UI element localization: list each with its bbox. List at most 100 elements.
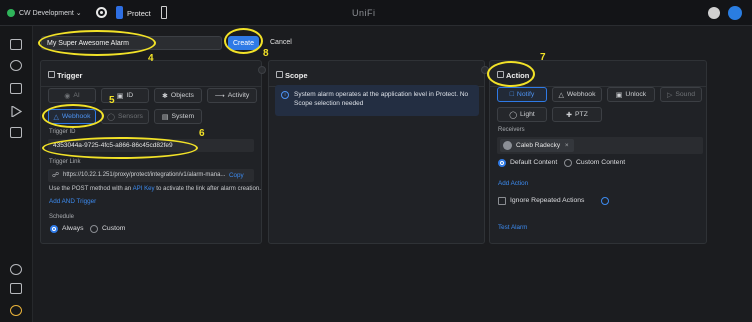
schedule-custom-radio[interactable] <box>90 225 98 233</box>
trigger-sensors-button[interactable]: ◯ Sensors <box>101 109 149 124</box>
annotation-ring-create <box>224 28 263 54</box>
protect-app-icon[interactable] <box>116 6 123 19</box>
console-status-icon <box>7 9 15 17</box>
schedule-custom-label: Custom <box>102 225 126 232</box>
action-light-label: Light <box>520 111 535 118</box>
custom-content-radio[interactable] <box>564 159 572 167</box>
action-sound-label: Sound <box>675 91 696 98</box>
schedule-label: Schedule <box>49 214 75 220</box>
trigger-title: Trigger <box>57 71 83 80</box>
play-icon[interactable] <box>10 104 23 119</box>
action-webhook-label: Webhook <box>566 91 596 98</box>
trigger-link-value: https://10.22.1.251/proxy/protect/integr… <box>63 172 226 178</box>
bug-icon[interactable] <box>10 305 22 316</box>
annotation-ring-name <box>38 30 156 56</box>
ai-icon: ◉ <box>64 92 71 100</box>
trigger-link-help: Use the POST method with an API Key to a… <box>49 185 261 192</box>
schedule-always-label: Always <box>62 225 84 232</box>
trigger-ai-label: AI <box>73 92 80 99</box>
access-app-icon[interactable] <box>161 6 167 19</box>
action-ptz-button[interactable]: ✚ PTZ <box>552 107 602 122</box>
trigger-system-label: System <box>171 113 195 120</box>
add-action-link[interactable]: Add Action <box>498 180 528 187</box>
trigger-icon <box>48 71 55 78</box>
action-unlock-button[interactable]: ▣ Unlock <box>607 87 655 102</box>
clipboard-icon[interactable] <box>10 283 22 294</box>
brand-logo: UniFi <box>352 8 376 18</box>
annotation-number: 8 <box>263 48 269 59</box>
action-notify-label: Notify <box>516 91 535 98</box>
scope-info-text: System alarm operates at the application… <box>294 91 469 107</box>
person-icon: ✱ <box>162 92 168 100</box>
link-icon: ☍ <box>52 172 60 179</box>
gear-icon[interactable] <box>10 264 22 275</box>
receivers-field[interactable]: Caleb Radecky × <box>497 137 703 154</box>
help-prefix: Use the POST method with an <box>49 185 132 192</box>
dashboard-grid-icon[interactable] <box>10 39 22 50</box>
action-ptz-label: PTZ <box>575 111 588 118</box>
trigger-system-button[interactable]: ▤ System <box>154 109 202 124</box>
webhook-icon: △ <box>558 91 564 99</box>
schedule-always-radio[interactable] <box>50 225 58 233</box>
action-notify-button[interactable]: □ Notify <box>497 87 547 102</box>
trigger-link-label: Trigger Link <box>49 159 81 165</box>
annotation-number: 5 <box>109 95 115 106</box>
speaker-icon: ▷ <box>666 91 673 99</box>
action-panel: Action □ Notify △ Webhook ▣ Unlock ▷ Sound ◯… <box>489 60 707 244</box>
app-name[interactable]: Protect <box>127 9 151 18</box>
scope-panel: Scope i System alarm operates at the app… <box>268 60 485 244</box>
folder-icon[interactable] <box>10 127 22 138</box>
annotation-ring-action <box>487 61 535 87</box>
ignore-repeated-label: Ignore Repeated Actions <box>510 197 585 204</box>
console-selector[interactable]: CW Development ⌄ <box>19 9 82 17</box>
scope-info-box: i System alarm operates at the applicati… <box>275 85 479 116</box>
api-key-link[interactable]: API Key <box>133 185 155 192</box>
user-avatar-icon[interactable] <box>708 7 720 19</box>
bulb-icon: ◯ <box>509 111 518 119</box>
console-name: CW Development <box>19 10 74 17</box>
trigger-id-label: ID <box>126 92 134 99</box>
remove-receiver-icon[interactable]: × <box>565 142 569 149</box>
receiver-name: Caleb Radecky <box>516 142 561 149</box>
test-alarm-link[interactable]: Test Alarm <box>498 224 527 231</box>
face-id-icon: ▣ <box>116 92 124 100</box>
trigger-link-field: https://10.22.1.251/proxy/protect/integr… <box>48 169 254 182</box>
activity-icon: ⟶ <box>214 92 225 100</box>
default-content-label: Default Content <box>510 159 558 166</box>
layers-icon[interactable] <box>10 83 22 94</box>
avatar <box>503 141 512 150</box>
trigger-ai-button[interactable]: ◉ AI <box>48 88 96 103</box>
divider <box>41 86 261 87</box>
top-bar: CW Development ⌄ Protect UniFi <box>0 0 752 26</box>
info-icon: i <box>281 91 289 99</box>
compass-icon[interactable] <box>10 60 22 71</box>
receiver-chip[interactable]: Caleb Radecky × <box>500 139 574 152</box>
trigger-activity-label: Activity <box>227 92 250 99</box>
trigger-id-label: Trigger ID <box>49 129 76 135</box>
custom-content-label: Custom Content <box>576 159 626 166</box>
copy-link-button[interactable]: Copy <box>229 172 244 179</box>
cancel-button[interactable]: Cancel <box>270 36 292 50</box>
account-icon[interactable] <box>728 6 742 20</box>
action-unlock-label: Unlock <box>625 91 647 98</box>
trigger-sensors-label: Sensors <box>117 113 143 120</box>
help-suffix: to activate the link after alarm creatio… <box>156 185 261 192</box>
ignore-repeated-checkbox[interactable] <box>498 197 506 205</box>
annotation-ring-trigger-id <box>42 137 198 159</box>
bell-icon: □ <box>509 91 514 98</box>
action-sound-button[interactable]: ▷ Sound <box>660 87 702 102</box>
default-content-radio[interactable] <box>498 159 506 167</box>
lock-icon: ▣ <box>615 91 623 99</box>
annotation-number: 6 <box>199 128 205 139</box>
ptz-icon: ✚ <box>566 111 573 119</box>
add-and-trigger-link[interactable]: Add AND Trigger <box>49 198 96 205</box>
trigger-objects-label: Objects <box>170 92 194 99</box>
sidebar <box>0 26 33 322</box>
action-webhook-button[interactable]: △ Webhook <box>552 87 602 102</box>
info-icon[interactable] <box>601 197 609 205</box>
trigger-activity-button[interactable]: ⟶ Activity <box>207 88 257 103</box>
action-light-button[interactable]: ◯ Light <box>497 107 547 122</box>
system-icon: ▤ <box>161 113 169 121</box>
trigger-objects-button[interactable]: ✱ Objects <box>154 88 202 103</box>
collapse-handle[interactable] <box>258 66 266 74</box>
